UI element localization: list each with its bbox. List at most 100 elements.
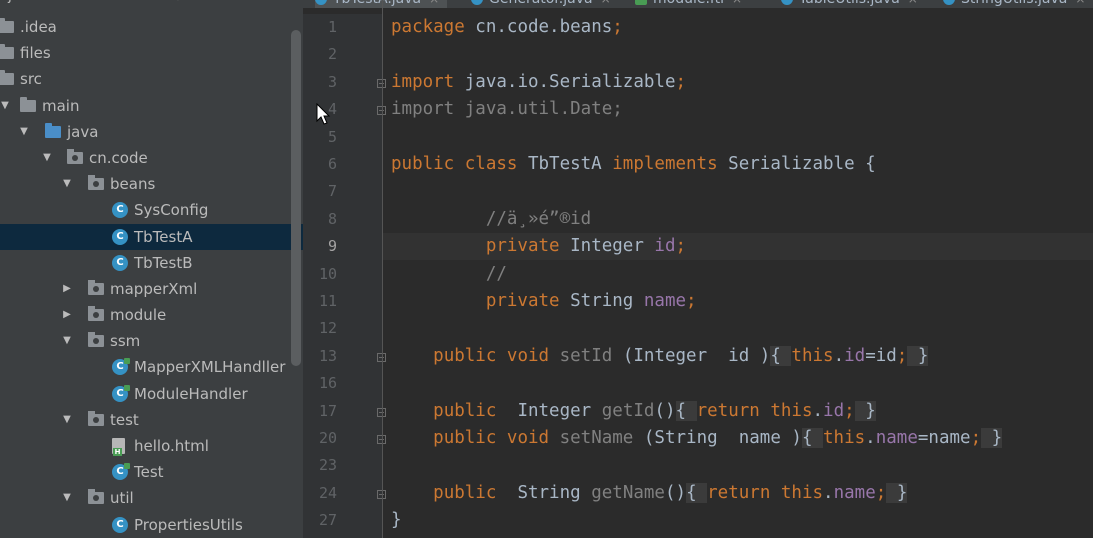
gear-icon[interactable]: ✱ xyxy=(247,0,259,4)
close-tab-icon[interactable]: × xyxy=(908,0,918,6)
expand-arrow-icon[interactable]: ▼ xyxy=(41,145,53,171)
expand-arrow-icon[interactable]: ▼ xyxy=(61,328,73,354)
expand-arrow-icon[interactable]: ▼ xyxy=(61,485,73,511)
expand-arrow-icon[interactable]: ▼ xyxy=(61,171,73,197)
code-token: id xyxy=(844,345,866,366)
expand-arrow-icon[interactable]: ▼ xyxy=(0,93,11,119)
tree-item-label: .idea xyxy=(20,18,57,36)
code-token: public xyxy=(433,482,518,503)
line-number: 16 xyxy=(318,374,337,393)
code-line[interactable]: public class TbTestA implements Serializ… xyxy=(383,151,1093,178)
code-line[interactable]: private Integer id; xyxy=(383,233,1093,261)
tree-item--idea[interactable]: .idea xyxy=(0,14,303,40)
tree-item-label: beans xyxy=(110,175,156,194)
collapse-icon[interactable]: ▴ xyxy=(208,0,215,4)
code-line[interactable]: import java.io.Serializable; xyxy=(383,69,1093,96)
tree-item-modulehandler[interactable]: C ModuleHandler xyxy=(0,381,303,407)
tree-item-label: mapperXml xyxy=(110,279,198,298)
code-line[interactable] xyxy=(383,178,1093,205)
code-editor[interactable]: TbTestA.java×Generator.java×module.ftl×T… xyxy=(303,0,1093,538)
folder-icon xyxy=(20,96,36,112)
code-token: } xyxy=(854,400,876,421)
code-line[interactable]: // xyxy=(383,261,1093,288)
code-line[interactable]: import java.util.Date; xyxy=(383,96,1093,123)
code-line[interactable]: //ä¸»é”®id xyxy=(383,206,1093,233)
tree-item-test[interactable]: ▼ test xyxy=(0,407,303,433)
line-number: 3 xyxy=(327,72,337,91)
tree-item-mapperxmlhandller[interactable]: C MapperXMLHandller xyxy=(0,354,303,380)
code-token: Integer xyxy=(570,236,655,257)
code-line[interactable] xyxy=(383,41,1093,68)
tree-item-beans[interactable]: ▼ beans xyxy=(0,171,303,197)
line-number: 1 xyxy=(327,18,337,36)
collapse-arrow-icon[interactable]: ▶ xyxy=(61,302,73,328)
tree-item-module[interactable]: ▶ module xyxy=(0,302,303,328)
tree-item-label: Test xyxy=(134,463,164,482)
code-token: String xyxy=(570,291,644,311)
code-line[interactable] xyxy=(383,370,1093,397)
tab-label: TableUtils.java xyxy=(799,0,900,7)
code-line[interactable] xyxy=(383,452,1093,479)
folder-icon xyxy=(0,44,14,60)
code-line[interactable]: private String name; xyxy=(383,288,1093,315)
expand-arrow-icon[interactable]: ▼ xyxy=(61,407,73,433)
line-number: 12 xyxy=(318,319,337,338)
tree-item-main[interactable]: ▼ main xyxy=(0,93,303,119)
tree-item-label: util xyxy=(110,489,134,508)
code-token: { xyxy=(686,482,708,503)
tab-tableutils-java[interactable]: TableUtils.java × xyxy=(781,0,926,8)
close-tab-icon[interactable]: × xyxy=(429,0,439,6)
tree-item-util[interactable]: ▼ util xyxy=(0,485,303,511)
code-line[interactable] xyxy=(383,124,1093,151)
tab-generator-java[interactable]: Generator.java × xyxy=(471,0,619,8)
code-token: { xyxy=(801,428,824,448)
globe-icon[interactable]: ⊕ xyxy=(172,0,184,4)
package-icon xyxy=(88,489,104,505)
tree-item-tbtestb[interactable]: C TbTestB xyxy=(0,250,303,276)
code-line[interactable]: public void setId (Integer id ){ this.id… xyxy=(383,343,1093,370)
expand-arrow-icon[interactable]: ▼ xyxy=(18,119,30,145)
code-token: id xyxy=(823,400,845,421)
code-token: (String name ) xyxy=(643,428,802,448)
runnable-class-icon: C xyxy=(112,358,130,376)
tree-item-java[interactable]: ▼ java xyxy=(0,119,303,145)
class-icon xyxy=(315,0,327,5)
close-tab-icon[interactable]: × xyxy=(732,0,742,6)
close-tab-icon[interactable]: × xyxy=(1075,0,1085,6)
code-token: ; xyxy=(612,17,623,37)
code-line[interactable]: public String getName(){ return this.nam… xyxy=(383,480,1093,507)
ftl-icon xyxy=(635,0,647,5)
code-token: =id xyxy=(865,345,897,366)
tree-item-propertiesutils[interactable]: C PropertiesUtils xyxy=(0,512,303,538)
code-token: . xyxy=(823,482,834,503)
code-line[interactable]: } xyxy=(383,507,1093,534)
code-line[interactable]: public void setName (String name ){ this… xyxy=(383,425,1093,452)
mouse-pointer-icon xyxy=(316,103,331,125)
tab-stringutils-java[interactable]: StringUtils.java × xyxy=(943,0,1093,8)
tree-item-files[interactable]: files xyxy=(0,40,303,66)
tab-module-ftl[interactable]: module.ftl × xyxy=(635,0,750,8)
code-token: name xyxy=(643,291,687,311)
tree-item-tbtesta[interactable]: C TbTestA xyxy=(0,223,303,250)
tree-item-hello-html[interactable]: hello.html xyxy=(0,433,303,459)
code-token: this xyxy=(791,345,834,366)
code-line[interactable]: package cn.code.beans; xyxy=(383,14,1093,41)
tree-item-ssm[interactable]: ▼ ssm xyxy=(0,328,303,354)
tree-item-mapperxml[interactable]: ▶ mapperXml xyxy=(0,276,303,302)
code-line[interactable]: public Integer getId(){ return this.id; … xyxy=(383,398,1093,425)
runnable-class-icon: C xyxy=(112,463,130,481)
code-line[interactable] xyxy=(383,315,1093,342)
editor-tab-bar: TbTestA.java×Generator.java×module.ftl×T… xyxy=(303,0,1093,8)
tree-item-src[interactable]: src xyxy=(0,66,303,92)
collapse-arrow-icon[interactable]: ▶ xyxy=(61,276,73,302)
project-scrollbar[interactable] xyxy=(291,30,301,366)
tree-item-label: cn.code xyxy=(89,148,148,167)
close-tab-icon[interactable]: × xyxy=(601,0,611,6)
tree-item-test[interactable]: C Test xyxy=(0,459,303,485)
code-token: cn.code.beans xyxy=(475,17,613,37)
tree-item-cn-code[interactable]: ▼ cn.code xyxy=(0,145,303,171)
class-icon: C xyxy=(112,228,128,245)
tree-item-sysconfig[interactable]: C SysConfig xyxy=(0,197,303,223)
